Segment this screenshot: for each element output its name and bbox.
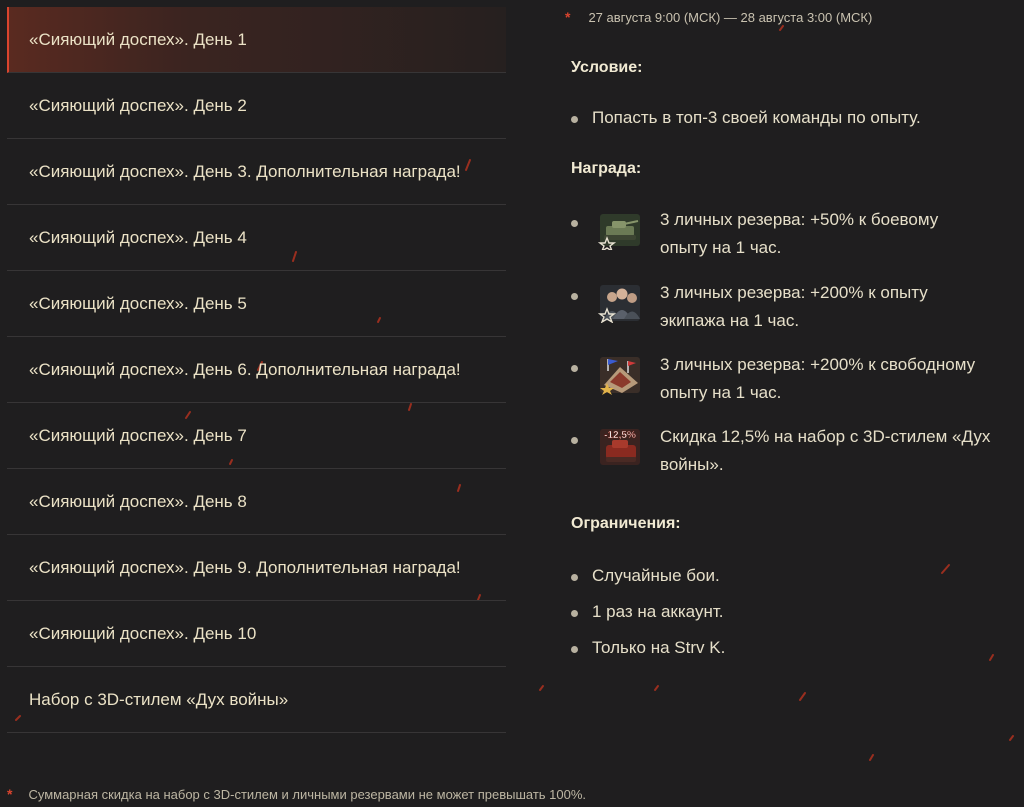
limit-item: Случайные бои. (571, 566, 720, 586)
reward-line: 3 личных резерва: +200% к свободному (660, 355, 976, 374)
bullet-icon (571, 437, 578, 444)
menu-item-label: «Сияющий доспех». День 2 (29, 95, 247, 115)
reward-line: экипажа на 1 час. (660, 311, 800, 330)
asterisk-icon: * (565, 9, 571, 25)
bullet-icon (571, 365, 578, 372)
limit-text: Только на Strv K. (592, 638, 726, 657)
menu-item-day-10[interactable]: «Сияющий доспех». День 10 (7, 601, 506, 667)
sidebar-menu: «Сияющий доспех». День 1 «Сияющий доспех… (7, 7, 506, 733)
menu-item-day-3[interactable]: «Сияющий доспех». День 3. Дополнительная… (7, 139, 506, 205)
menu-item-label: «Сияющий доспех». День 1 (29, 29, 247, 49)
limit-item: Только на Strv K. (571, 638, 725, 658)
reward-title: Награда: (571, 160, 642, 177)
free-xp-reserve-icon (600, 357, 640, 395)
menu-item-label: «Сияющий доспех». День 4 (29, 227, 247, 247)
limit-text: Случайные бои. (592, 566, 720, 585)
menu-item-label: «Сияющий доспех». День 9. Дополнительная… (29, 557, 461, 577)
reward-item: 3 личных резерва: +50% к боевому опыту н… (571, 210, 1011, 262)
date-range: * 27 августа 9:00 (МСК) — 28 августа 3:00… (565, 9, 872, 25)
reward-description: 3 личных резерва: +200% к опыту экипажа … (660, 279, 928, 335)
date-text: 27 августа 9:00 (МСК) — 28 августа 3:00 … (588, 10, 873, 25)
menu-item-label: Набор с 3D-стилем «Дух войны» (29, 689, 289, 709)
bullet-icon (571, 116, 578, 123)
menu-item-label: «Сияющий доспех». День 5 (29, 293, 247, 313)
menu-item-day-5[interactable]: «Сияющий доспех». День 5 (7, 271, 506, 337)
menu-item-day-7[interactable]: «Сияющий доспех». День 7 (7, 403, 506, 469)
menu-item-label: «Сияющий доспех». День 6. Дополнительная… (29, 359, 461, 379)
footnote-text: Суммарная скидка на набор с 3D-стилем и … (28, 787, 587, 802)
menu-item-day-4[interactable]: «Сияющий доспех». День 4 (7, 205, 506, 271)
crew-reserve-icon (598, 285, 640, 323)
reward-description: 3 личных резерва: +200% к свободному опы… (660, 351, 975, 407)
condition-text: Попасть в топ-3 своей команды по опыту. (592, 108, 921, 127)
bullet-icon (571, 220, 578, 227)
discount-icon: -12,5% (600, 429, 640, 465)
bullet-icon (571, 574, 578, 581)
bullet-icon (571, 610, 578, 617)
reward-line: войны». (660, 455, 724, 474)
reward-line: опыту на 1 час. (660, 238, 782, 257)
bullet-icon (571, 293, 578, 300)
menu-item-day-9[interactable]: «Сияющий доспех». День 9. Дополнительная… (7, 535, 506, 601)
reward-line: 3 личных резерва: +50% к боевому (660, 210, 939, 229)
bullet-icon (571, 646, 578, 653)
reward-item: -12,5% Скидка 12,5% на набор с 3D-стилем… (571, 427, 1011, 479)
menu-item-style-bundle[interactable]: Набор с 3D-стилем «Дух войны» (7, 667, 506, 733)
limit-text: 1 раз на аккаунт. (592, 602, 724, 621)
limits-title: Ограничения: (571, 515, 681, 532)
menu-item-day-1[interactable]: «Сияющий доспех». День 1 (7, 7, 506, 73)
menu-item-label: «Сияющий доспех». День 7 (29, 425, 247, 445)
discount-badge: -12,5% (604, 430, 636, 441)
reward-line: опыту на 1 час. (660, 383, 782, 402)
menu-item-day-2[interactable]: «Сияющий доспех». День 2 (7, 73, 506, 139)
reward-line: Скидка 12,5% на набор с 3D-стилем «Дух (660, 427, 991, 446)
condition-title: Условие: (571, 59, 643, 76)
reward-description: 3 личных резерва: +50% к боевому опыту н… (660, 206, 938, 262)
limit-item: 1 раз на аккаунт. (571, 602, 723, 622)
asterisk-icon: * (7, 786, 13, 802)
footnote: * Суммарная скидка на набор с 3D-стилем и… (7, 786, 586, 802)
reward-item: 3 личных резерва: +200% к опыту экипажа … (571, 283, 1011, 335)
reward-item: 3 личных резерва: +200% к свободному опы… (571, 355, 1011, 407)
menu-item-label: «Сияющий доспех». День 3. Дополнительная… (29, 161, 461, 181)
menu-item-day-8[interactable]: «Сияющий доспех». День 8 (7, 469, 506, 535)
condition-item: Попасть в топ-3 своей команды по опыту. (571, 108, 921, 128)
menu-item-day-6[interactable]: «Сияющий доспех». День 6. Дополнительная… (7, 337, 506, 403)
reward-description: Скидка 12,5% на набор с 3D-стилем «Дух в… (660, 423, 990, 479)
menu-item-label: «Сияющий доспех». День 8 (29, 491, 247, 511)
reward-line: 3 личных резерва: +200% к опыту (660, 283, 928, 302)
menu-item-label: «Сияющий доспех». День 10 (29, 623, 257, 643)
tank-reserve-icon (598, 214, 640, 250)
